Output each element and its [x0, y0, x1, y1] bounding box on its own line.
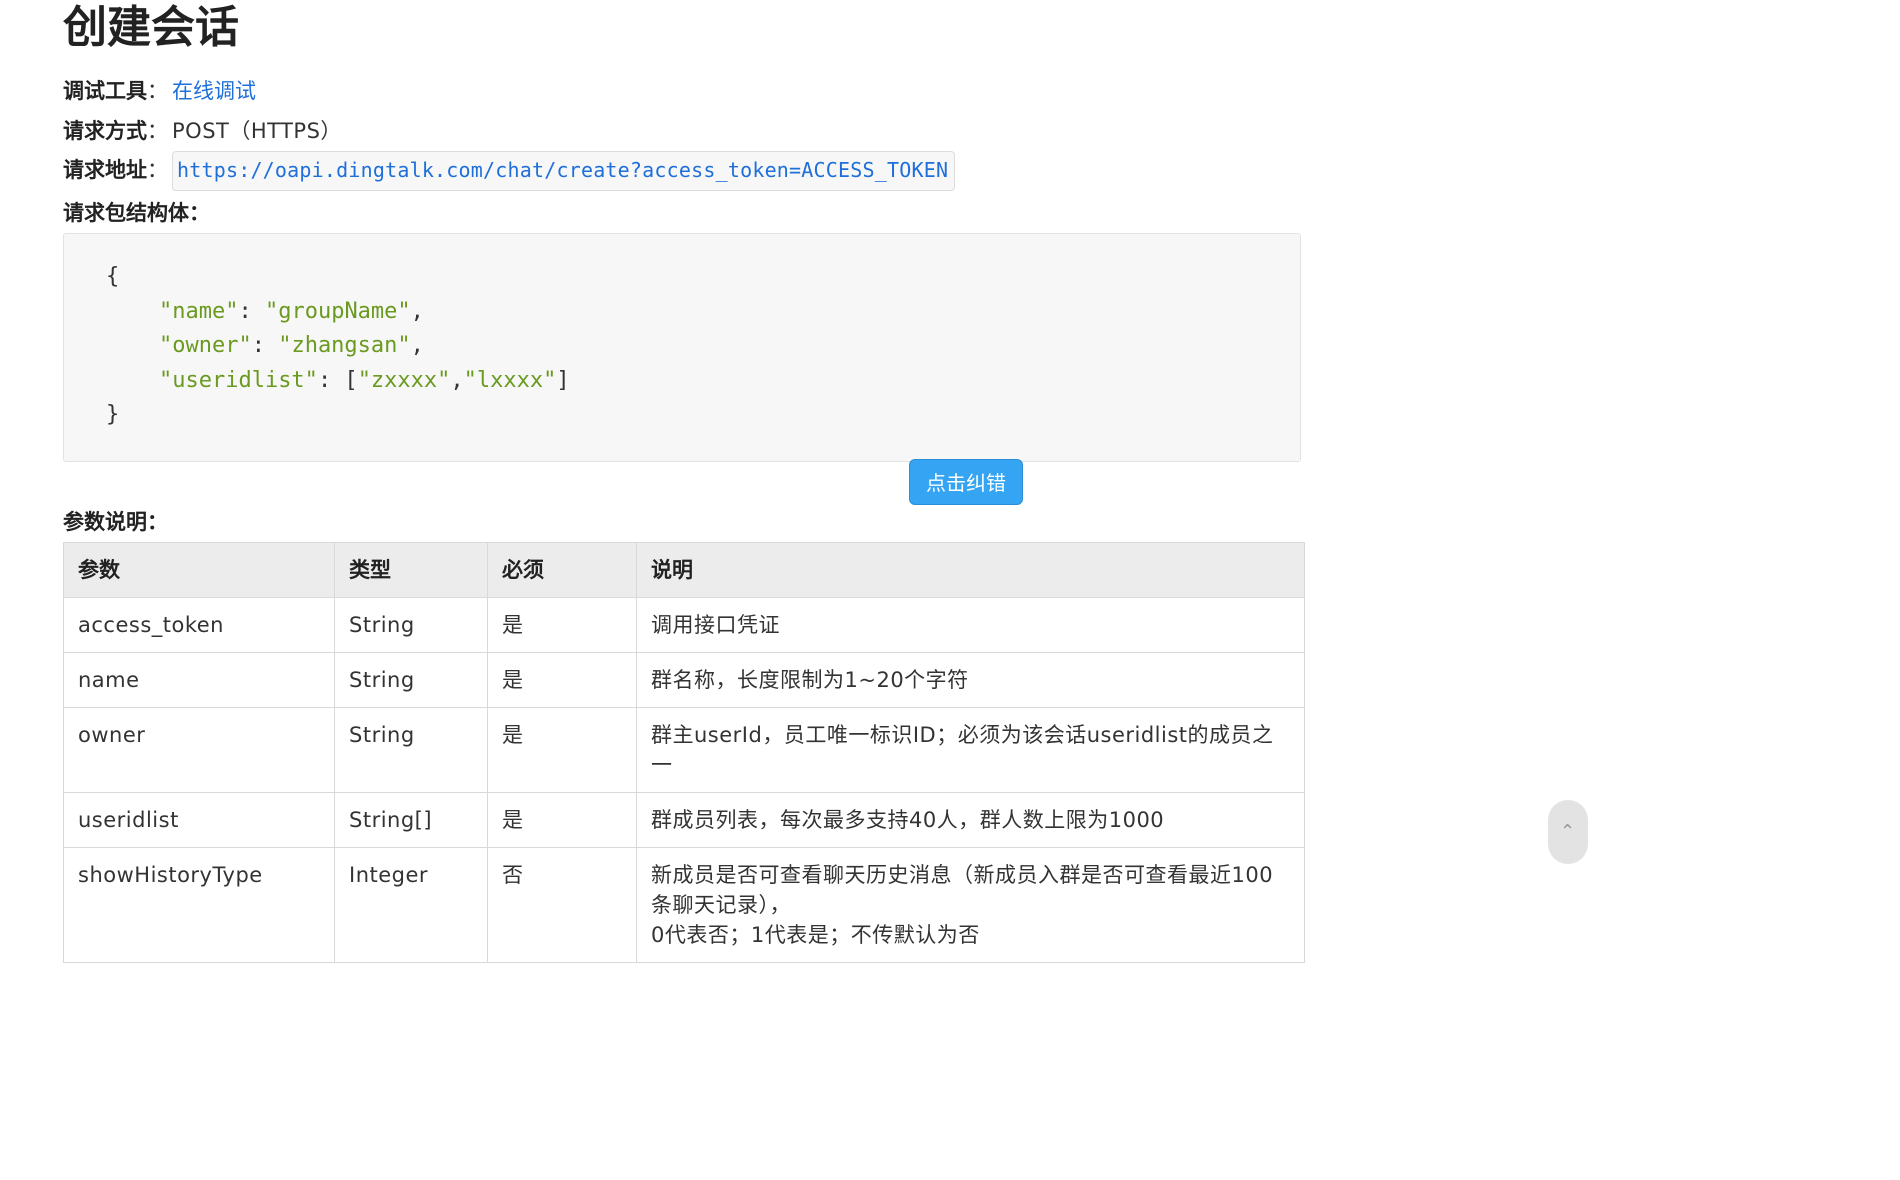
- request-body-label: 请求包结构体：: [63, 201, 210, 225]
- param-type: Integer: [334, 847, 488, 963]
- param-desc: 新成员是否可查看聊天历史消息（新成员入群是否可查看最近100条聊天记录）， 0代表…: [636, 847, 1305, 963]
- param-name: name: [63, 652, 335, 708]
- colon: ：: [147, 79, 168, 103]
- table-header: 说明: [636, 542, 1305, 598]
- param-name: access_token: [63, 597, 335, 653]
- code-value: "zhangsan": [278, 333, 411, 358]
- debug-tool-row: 调试工具： 在线调试: [63, 76, 256, 106]
- colon: ：: [147, 158, 168, 182]
- param-required: 是: [487, 707, 637, 793]
- code-line: {: [106, 262, 119, 292]
- colon: ：: [147, 119, 168, 143]
- debug-tool-label: 调试工具: [63, 79, 147, 103]
- page-title: 创建会话: [63, 2, 239, 53]
- code-block: { "name": "groupName", "owner": "zhangsa…: [63, 233, 1301, 462]
- param-required: 否: [487, 847, 637, 963]
- code-line: "useridlist": ["zxxxx","lxxxx"]: [158, 368, 570, 393]
- param-required: 是: [487, 652, 637, 708]
- code-value: "zxxxx": [357, 368, 451, 393]
- request-method-row: 请求方式： POST（HTTPS）: [63, 116, 342, 146]
- param-required: 是: [487, 792, 637, 848]
- param-type: String[]: [334, 792, 488, 848]
- code-key: "name": [158, 299, 239, 324]
- params-label: 参数说明：: [63, 510, 168, 534]
- report-error-button[interactable]: 点击纠错: [909, 459, 1023, 505]
- param-desc: 群主userId，员工唯一标识ID；必须为该会话useridlist的成员之一: [636, 707, 1305, 793]
- request-url-value[interactable]: https://oapi.dingtalk.com/chat/create?ac…: [172, 151, 956, 191]
- param-name: showHistoryType: [63, 847, 335, 963]
- table-header: 参数: [63, 542, 335, 598]
- request-method-value: POST（HTTPS）: [172, 119, 342, 143]
- code-value: "groupName": [264, 299, 411, 324]
- request-method-label: 请求方式: [63, 119, 147, 143]
- code-brace: {: [106, 264, 120, 289]
- request-url-label: 请求地址: [63, 158, 147, 182]
- code-key: "owner": [158, 333, 252, 358]
- request-url-row: 请求地址： https://oapi.dingtalk.com/chat/crea…: [63, 151, 956, 191]
- code-brace: }: [106, 402, 120, 427]
- param-required: 是: [487, 597, 637, 653]
- param-type: String: [334, 652, 488, 708]
- param-desc-line: 新成员是否可查看聊天历史消息（新成员入群是否可查看最近100条聊天记录），: [651, 863, 1274, 917]
- table-row: owner String 是 群主userId，员工唯一标识ID；必须为该会话u…: [63, 707, 1305, 793]
- param-desc-line: 0代表否；1代表是；不传默认为否: [651, 923, 980, 947]
- table-row: useridlist String[] 是 群成员列表，每次最多支持40人，群人…: [63, 792, 1305, 848]
- code-key: "useridlist": [158, 368, 318, 393]
- code-value: "lxxxx": [463, 368, 557, 393]
- table-header: 类型: [334, 542, 488, 598]
- code-line: "owner": "zhangsan",: [158, 333, 424, 358]
- table-row: access_token String 是 调用接口凭证: [63, 597, 1305, 653]
- code-line: "name": "groupName",: [158, 299, 424, 324]
- param-type: String: [334, 597, 488, 653]
- code-line: }: [106, 400, 119, 430]
- table-header-row: 参数 类型 必须 说明: [63, 542, 1305, 598]
- param-name: owner: [63, 707, 335, 793]
- scroll-to-top-button[interactable]: ⌃: [1548, 800, 1588, 864]
- online-debug-link[interactable]: 在线调试: [172, 79, 256, 103]
- param-desc: 调用接口凭证: [636, 597, 1305, 653]
- params-table: 参数 类型 必须 说明 access_token String 是 调用接口凭证…: [63, 542, 1305, 963]
- param-desc: 群名称，长度限制为1~20个字符: [636, 652, 1305, 708]
- param-name: useridlist: [63, 792, 335, 848]
- chevron-up-icon: ⌃: [1560, 821, 1576, 842]
- table-header: 必须: [487, 542, 637, 598]
- param-type: String: [334, 707, 488, 793]
- param-desc: 群成员列表，每次最多支持40人，群人数上限为1000: [636, 792, 1305, 848]
- table-row: name String 是 群名称，长度限制为1~20个字符: [63, 652, 1305, 708]
- table-row: showHistoryType Integer 否 新成员是否可查看聊天历史消息…: [63, 847, 1305, 963]
